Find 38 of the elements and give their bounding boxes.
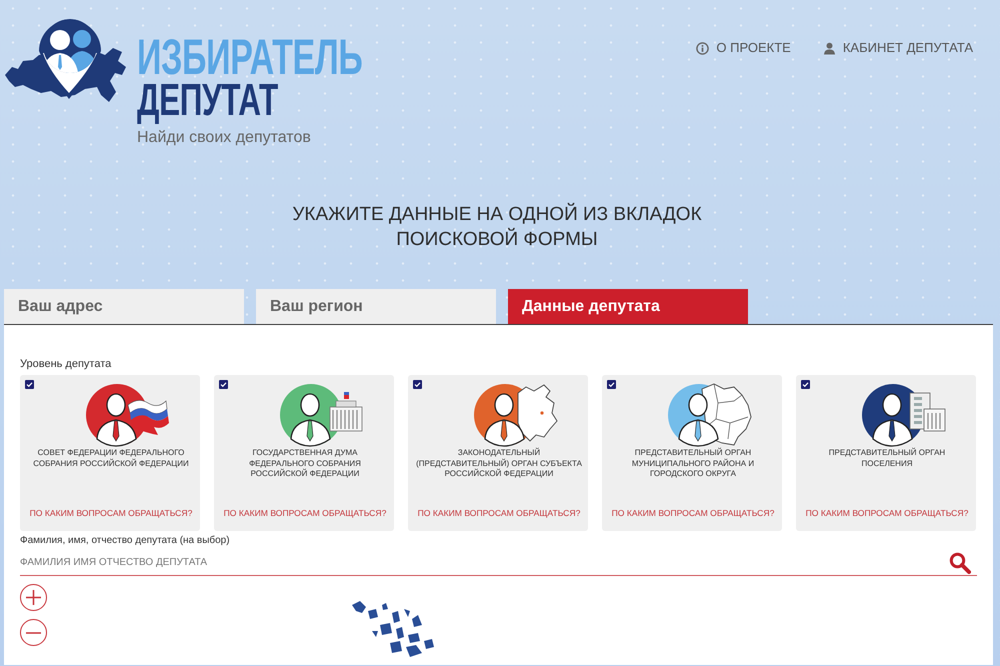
level-title: СОВЕТ ФЕДЕРАЦИИ ФЕДЕРАЛЬНОГО СОБРАНИЯ РОССИЙСКОЙ ФЕДЕРАЦИИ — [32, 448, 190, 469]
search-icon[interactable] — [949, 552, 971, 574]
level-card[interactable]: ЗАКОНОДАТЕЛЬНЫЙ (ПРЕДСТАВИТЕЛЬНЫЙ) ОРГАН СУБЪЕКТА РОССИЙСКОЙ ФЕДЕРАЦИИ ПО КАКИМ ВОПРОСАМ ОБРАЩАТЬСЯ? — [408, 375, 588, 531]
faq-link[interactable]: ПО КАКИМ ВОПРОСАМ ОБРАЩАТЬСЯ? — [418, 508, 580, 518]
tab[interactable]: Данные депутата — [508, 289, 748, 324]
name-input[interactable]: ФАМИЛИЯ ИМЯ ОТЧЕСТВО ДЕПУТАТА — [20, 556, 949, 570]
level-title: ЗАКОНОДАТЕЛЬНЫЙ (ПРЕДСТАВИТЕЛЬНЫЙ) ОРГАН СУБЪЕКТА РОССИЙСКОЙ ФЕДЕРАЦИИ — [415, 448, 583, 480]
level-card[interactable]: ПРЕДСТАВИТЕЛЬНЫЙ ОРГАН МУНИЦИПАЛЬНОГО РАЙОНА И ГОРОДСКОГО ОКРУГА ПО КАКИМ ВОПРОСАМ ОБРАЩАТЬСЯ? — [602, 375, 782, 531]
checkbox[interactable] — [607, 380, 616, 389]
tagline: Найди своих депутатов — [137, 128, 311, 148]
tab[interactable]: Ваш адрес — [4, 289, 244, 324]
page-heading: УКАЖИТЕ ДАННЫЕ НА ОДНОЙ ИЗ ВКЛАДОК ПОИСКОВОЙ ФОРМЫ — [291, 202, 703, 252]
logo-title: ИЗБИРАТЕЛЬ — [137, 35, 362, 79]
level-card[interactable]: ПРЕДСТАВИТЕЛЬНЫЙ ОРГАН ПОСЕЛЕНИЯ ПО КАКИМ ВОПРОСАМ ОБРАЩАТЬСЯ? — [796, 375, 976, 531]
level-card[interactable]: СОВЕТ ФЕДЕРАЦИИ ФЕДЕРАЛЬНОГО СОБРАНИЯ РОССИЙСКОЙ ФЕДЕРАЦИИ ПО КАКИМ ВОПРОСАМ ОБРАЩАТЬСЯ? — [20, 375, 200, 531]
nav-link[interactable]: О ПРОЕКТЕ — [696, 40, 791, 56]
checkbox[interactable] — [25, 380, 34, 389]
plus-icon — [26, 590, 41, 605]
field-label: Фамилия, имя, отчество депутата (на выбор) — [20, 535, 231, 547]
info-icon — [696, 42, 710, 54]
level-card[interactable]: ГОСУДАРСТВЕННАЯ ДУМА ФЕДЕРАЛЬНОГО СОБРАНИЯ РОССИЙСКОЙ ФЕДЕРАЦИИ ПО КАКИМ ВОПРОСАМ ОБРАЩАТЬСЯ? — [214, 375, 394, 531]
checkbox[interactable] — [219, 380, 228, 389]
faq-link[interactable]: ПО КАКИМ ВОПРОСАМ ОБРАЩАТЬСЯ? — [806, 508, 968, 518]
checkbox[interactable] — [413, 380, 422, 389]
checkbox[interactable] — [801, 380, 810, 389]
field-label: Уровень депутата — [20, 357, 112, 371]
zoom-in-button[interactable] — [20, 584, 47, 611]
user-icon — [822, 42, 836, 54]
level-title: ГОСУДАРСТВЕННАЯ ДУМА ФЕДЕРАЛЬНОГО СОБРАНИЯ РОССИЙСКОЙ ФЕДЕРАЦИИ — [248, 448, 362, 480]
minus-icon — [26, 632, 41, 634]
zoom-out-button[interactable] — [20, 619, 47, 646]
faq-link[interactable]: ПО КАКИМ ВОПРОСАМ ОБРАЩАТЬСЯ? — [30, 508, 192, 518]
faq-link[interactable]: ПО КАКИМ ВОПРОСАМ ОБРАЩАТЬСЯ? — [612, 508, 774, 518]
level-title: ПРЕДСТАВИТЕЛЬНЫЙ ОРГАН ПОСЕЛЕНИЯ — [828, 448, 946, 469]
level-title: ПРЕДСТАВИТЕЛЬНЫЙ ОРГАН МУНИЦИПАЛЬНОГО РАЙОНА И ГОРОДСКОГО ОКРУГА — [630, 448, 756, 480]
faq-link[interactable]: ПО КАКИМ ВОПРОСАМ ОБРАЩАТЬСЯ? — [224, 508, 386, 518]
nav-link[interactable]: КАБИНЕТ ДЕПУТАТА — [822, 40, 973, 56]
tab[interactable]: Ваш регион — [256, 289, 496, 324]
